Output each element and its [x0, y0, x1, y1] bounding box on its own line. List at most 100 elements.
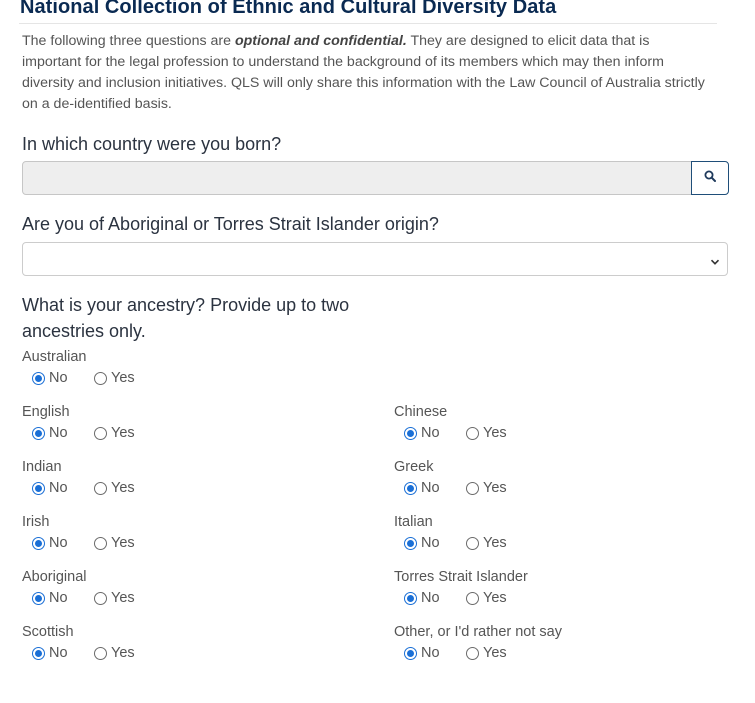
country-question-label: In which country were you born? — [22, 134, 282, 154]
aboriginal-origin-select[interactable] — [22, 242, 728, 276]
greek-yes-option[interactable]: Yes — [466, 480, 507, 496]
scottish-yes-radio[interactable] — [94, 646, 107, 660]
torres-strait-islander-yes-option[interactable]: Yes — [466, 590, 507, 606]
search-icon — [704, 169, 716, 187]
ancestry-label: Greek — [394, 459, 434, 475]
italian-no-label: No — [421, 535, 440, 551]
ancestry-question-label: What is your ancestry? Provide up to two… — [22, 295, 350, 341]
greek-no-label: No — [421, 480, 440, 496]
scottish-no-option[interactable]: No — [32, 645, 68, 661]
section-title: National Collection of Ethnic and Cultur… — [20, 0, 557, 18]
english-no-label: No — [49, 425, 68, 441]
ancestry-label: Torres Strait Islander — [394, 569, 528, 585]
ancestry-label: Australian — [22, 349, 87, 365]
australian-yes-label: Yes — [111, 370, 135, 386]
irish-no-option[interactable]: No — [32, 535, 68, 551]
aboriginal-yes-option[interactable]: Yes — [94, 590, 135, 606]
italian-no-radio[interactable] — [404, 536, 417, 550]
indian-yes-label: Yes — [111, 480, 135, 496]
aboriginal-no-radio[interactable] — [32, 591, 45, 605]
chinese-no-label: No — [421, 425, 440, 441]
irish-yes-radio[interactable] — [94, 536, 107, 550]
torres-strait-islander-yes-label: Yes — [483, 590, 507, 606]
ancestry-label: Other, or I'd rather not say — [394, 624, 562, 640]
english-yes-radio[interactable] — [94, 426, 107, 440]
aboriginal-no-label: No — [49, 590, 68, 606]
ancestry-field-italian: Italian No Yes — [394, 514, 734, 560]
ancestry-field-indian: Indian No Yes — [22, 459, 362, 505]
ancestry-field-australian: Australian No Yes — [22, 349, 362, 395]
indian-no-option[interactable]: No — [32, 480, 68, 496]
greek-yes-radio[interactable] — [466, 481, 479, 495]
ancestry-field-greek: Greek No Yes — [394, 459, 734, 505]
english-yes-label: Yes — [111, 425, 135, 441]
ancestry-label: Aboriginal — [22, 569, 87, 585]
intro-text: The following three questions are option… — [22, 31, 712, 115]
chinese-yes-option[interactable]: Yes — [466, 425, 507, 441]
ancestry-label: Indian — [22, 459, 62, 475]
country-search-group — [22, 161, 729, 195]
ancestry-field-other-or-i-d-rather-not-say: Other, or I'd rather not say No Yes — [394, 624, 734, 670]
torres-strait-islander-no-label: No — [421, 590, 440, 606]
australian-yes-option[interactable]: Yes — [94, 370, 135, 386]
english-no-option[interactable]: No — [32, 425, 68, 441]
italian-yes-option[interactable]: Yes — [466, 535, 507, 551]
italian-yes-label: Yes — [483, 535, 507, 551]
ancestry-field-scottish: Scottish No Yes — [22, 624, 362, 670]
aboriginal-yes-radio[interactable] — [94, 591, 107, 605]
scottish-yes-option[interactable]: Yes — [94, 645, 135, 661]
ancestry-field-english: English No Yes — [22, 404, 362, 450]
country-search-button[interactable] — [691, 161, 729, 195]
torres-strait-islander-no-radio[interactable] — [404, 591, 417, 605]
intro-text-before: The following three questions are — [22, 33, 235, 49]
australian-no-radio[interactable] — [32, 371, 45, 385]
ancestry-label: Chinese — [394, 404, 448, 420]
australian-yes-radio[interactable] — [94, 371, 107, 385]
scottish-no-radio[interactable] — [32, 646, 45, 660]
indian-yes-radio[interactable] — [94, 481, 107, 495]
chinese-yes-radio[interactable] — [466, 426, 479, 440]
irish-yes-label: Yes — [111, 535, 135, 551]
torres-strait-islander-yes-radio[interactable] — [466, 591, 479, 605]
indian-yes-option[interactable]: Yes — [94, 480, 135, 496]
ancestry-label: Irish — [22, 514, 50, 530]
australian-no-label: No — [49, 370, 68, 386]
intro-text-emphasis: optional and confidential. — [234, 33, 407, 49]
chinese-no-radio[interactable] — [404, 426, 417, 440]
scottish-yes-label: Yes — [111, 645, 135, 661]
ancestry-label: English — [22, 404, 70, 420]
other-or-i-d-rather-not-say-no-label: No — [421, 645, 440, 661]
italian-no-option[interactable]: No — [404, 535, 440, 551]
indian-no-radio[interactable] — [32, 481, 45, 495]
indian-no-label: No — [49, 480, 68, 496]
ancestry-label: Scottish — [22, 624, 74, 640]
aboriginal-no-option[interactable]: No — [32, 590, 68, 606]
ancestry-field-irish: Irish No Yes — [22, 514, 362, 560]
torres-strait-islander-no-option[interactable]: No — [404, 590, 440, 606]
ancestry-field-chinese: Chinese No Yes — [394, 404, 734, 450]
scottish-no-label: No — [49, 645, 68, 661]
ancestry-field-aboriginal: Aboriginal No Yes — [22, 569, 362, 615]
irish-no-radio[interactable] — [32, 536, 45, 550]
other-or-i-d-rather-not-say-yes-label: Yes — [483, 645, 507, 661]
other-or-i-d-rather-not-say-no-option[interactable]: No — [404, 645, 440, 661]
greek-no-radio[interactable] — [404, 481, 417, 495]
greek-no-option[interactable]: No — [404, 480, 440, 496]
australian-no-option[interactable]: No — [32, 370, 68, 386]
english-yes-option[interactable]: Yes — [94, 425, 135, 441]
english-no-radio[interactable] — [32, 426, 45, 440]
section-header: National Collection of Ethnic and Cultur… — [19, 0, 717, 24]
italian-yes-radio[interactable] — [466, 536, 479, 550]
other-or-i-d-rather-not-say-no-radio[interactable] — [404, 646, 417, 660]
chinese-no-option[interactable]: No — [404, 425, 440, 441]
chinese-yes-label: Yes — [483, 425, 507, 441]
country-search-input[interactable] — [22, 161, 693, 195]
other-or-i-d-rather-not-say-yes-radio[interactable] — [466, 646, 479, 660]
ancestry-label: Italian — [394, 514, 433, 530]
irish-yes-option[interactable]: Yes — [94, 535, 135, 551]
chevron-down-icon — [710, 254, 720, 265]
aboriginal-question-label: Are you of Aboriginal or Torres Strait I… — [22, 214, 439, 234]
aboriginal-yes-label: Yes — [111, 590, 135, 606]
greek-yes-label: Yes — [483, 480, 507, 496]
other-or-i-d-rather-not-say-yes-option[interactable]: Yes — [466, 645, 507, 661]
